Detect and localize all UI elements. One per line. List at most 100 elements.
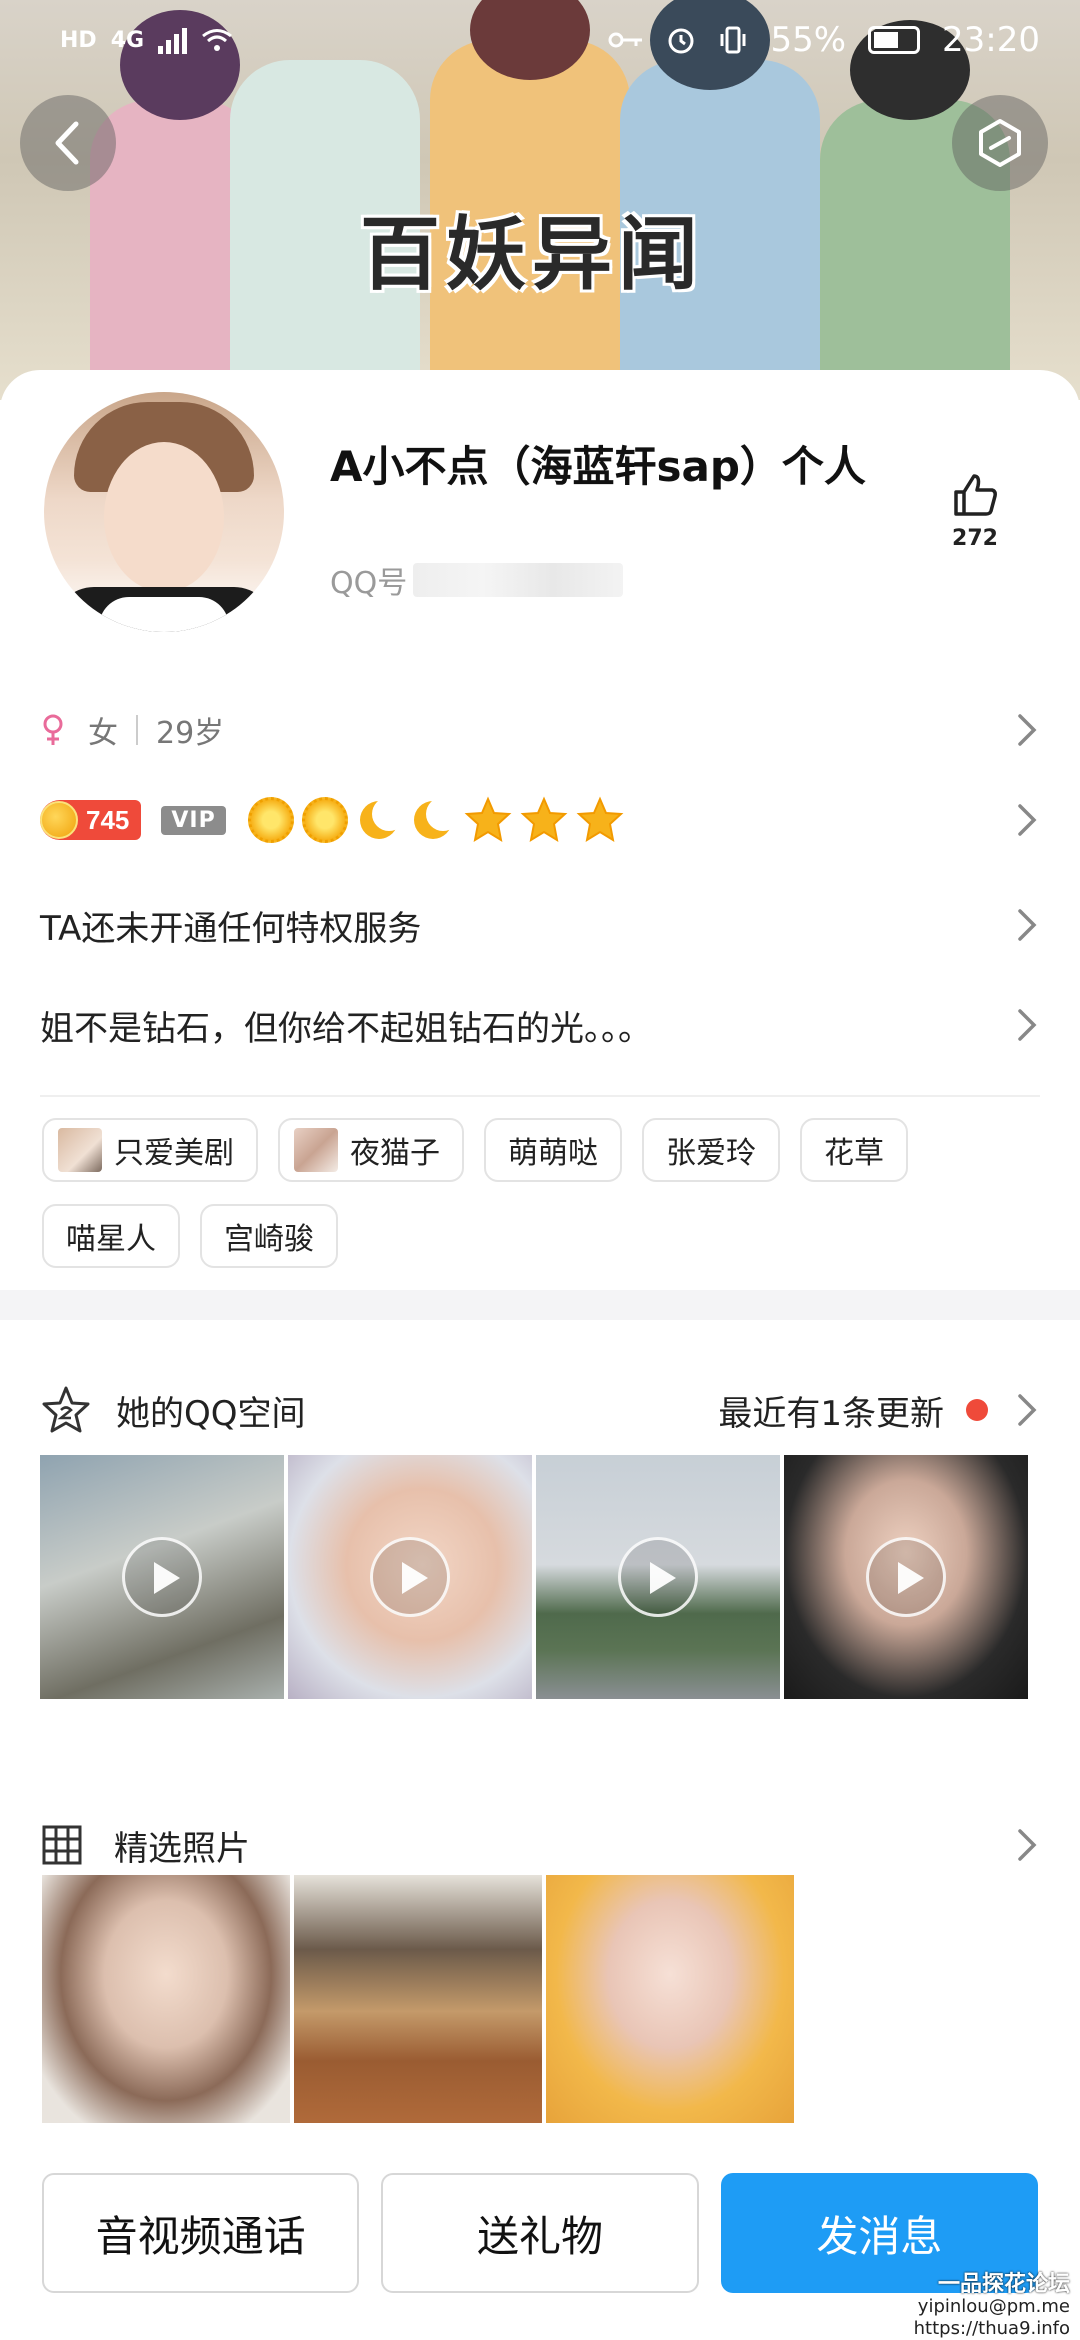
qzone-row[interactable]: 她的QQ空间 最近有1条更新 — [40, 1370, 1040, 1450]
back-button[interactable] — [20, 95, 116, 191]
hd-label: HD — [60, 27, 97, 53]
tag-thumbnail — [58, 1128, 102, 1172]
watermark-title: 一品探花论坛 — [937, 2272, 1070, 2297]
unread-dot — [966, 1399, 988, 1421]
level-score: 745 — [86, 804, 130, 835]
chevron-left-icon — [55, 121, 79, 165]
battery-icon — [868, 26, 921, 54]
play-icon — [866, 1537, 946, 1617]
sun-icon — [301, 797, 348, 843]
basic-info-row[interactable]: 女 29岁 — [40, 690, 1040, 770]
star-icon — [520, 796, 568, 843]
female-icon — [43, 714, 63, 745]
thumbs-up-icon — [954, 474, 997, 516]
avatar-art — [99, 597, 229, 632]
qq-number-label: QQ号 — [330, 566, 408, 601]
tag[interactable]: 萌萌哒 — [484, 1118, 622, 1182]
alarm-icon — [668, 28, 694, 54]
sun-icon — [247, 797, 294, 843]
chevron-right-icon — [1018, 804, 1037, 836]
tag[interactable]: 夜猫子 — [278, 1118, 464, 1182]
play-icon — [618, 1537, 698, 1617]
tag[interactable]: 张爱玲 — [642, 1118, 780, 1182]
tag-label: 萌萌哒 — [508, 1136, 598, 1171]
photos-row[interactable]: 精选照片 — [40, 1805, 1040, 1885]
privilege-row[interactable]: TA还未开通任何特权服务 — [40, 885, 1040, 965]
divider — [136, 715, 138, 745]
wifi-icon — [202, 29, 232, 51]
level-icons — [247, 796, 624, 844]
like-count: 272 — [952, 526, 998, 551]
photos-title: 精选照片 — [114, 1828, 250, 1869]
chevron-right-icon — [1018, 909, 1037, 941]
tag-label: 张爱玲 — [666, 1136, 756, 1171]
chevron-right-icon — [1018, 714, 1037, 746]
avatar-art — [104, 442, 224, 592]
qzone-video-grid — [40, 1455, 1028, 1699]
avatar[interactable] — [44, 392, 284, 632]
hexagon-menu-icon — [979, 119, 1021, 167]
profile-banner: 百妖异闻 HD 4G 55% 23:20 — [0, 0, 1080, 400]
action-bar: 音视频通话 送礼物 发消息 — [42, 2173, 1039, 2293]
chevron-right-icon — [1018, 1009, 1037, 1041]
photo-thumbnail[interactable] — [42, 1875, 290, 2123]
profile-card: A小不点（海蓝轩sap）个人 QQ号 272 女 29岁 745 VIP TA还… — [0, 370, 1080, 2340]
qzone-title: 她的QQ空间 — [116, 1393, 306, 1434]
play-icon — [122, 1537, 202, 1617]
video-thumbnail[interactable] — [288, 1455, 532, 1699]
tag-label: 宫崎骏 — [224, 1222, 314, 1257]
interest-tags: 只爱美剧 夜猫子 萌萌哒 张爱玲 花草 喵星人 宫崎骏 — [42, 1118, 1042, 1268]
status-bar: HD 4G 55% 23:20 — [0, 0, 1080, 80]
tag-label: 喵星人 — [66, 1222, 156, 1257]
star-icon — [464, 796, 512, 843]
level-badge: 745 — [40, 800, 142, 840]
signal-icon — [158, 26, 188, 54]
photo-grid — [42, 1875, 794, 2123]
tag[interactable]: 宫崎骏 — [200, 1204, 338, 1268]
privilege-text: TA还未开通任何特权服务 — [40, 908, 422, 949]
like-button[interactable]: 272 — [940, 470, 1010, 551]
video-call-button[interactable]: 音视频通话 — [42, 2173, 360, 2293]
age-text: 29岁 — [156, 716, 225, 751]
chevron-right-icon — [1018, 1394, 1037, 1426]
key-icon — [608, 32, 643, 48]
video-thumbnail[interactable] — [40, 1455, 284, 1699]
qzone-update-text: 最近有1条更新 — [718, 1393, 944, 1434]
vibrate-icon — [720, 26, 746, 54]
clock: 23:20 — [942, 20, 1040, 60]
tag-thumbnail — [294, 1128, 338, 1172]
qq-number-redacted — [413, 563, 624, 597]
grid-icon — [42, 1825, 82, 1865]
tag-label: 只爱美剧 — [114, 1136, 234, 1171]
photo-thumbnail[interactable] — [294, 1875, 542, 2123]
level-row[interactable]: 745 VIP — [40, 780, 1040, 860]
gender-text: 女 — [88, 716, 118, 751]
tag-label: 花草 — [824, 1136, 884, 1171]
watermark-url: https://thua9.info — [913, 2318, 1070, 2339]
chevron-right-icon — [1018, 1829, 1037, 1861]
star-icon — [576, 796, 624, 843]
qq-number: QQ号 — [330, 558, 624, 602]
video-thumbnail[interactable] — [536, 1455, 780, 1699]
qzone-update: 最近有1条更新 — [718, 1386, 1040, 1435]
battery-percent: 55% — [770, 20, 847, 60]
send-gift-button[interactable]: 送礼物 — [381, 2173, 699, 2293]
nickname: A小不点（海蓝轩sap）个人 — [330, 442, 866, 491]
signature-text: 姐不是钻石，但你给不起姐钻石的光。。。 — [40, 1008, 652, 1049]
tag[interactable]: 喵星人 — [42, 1204, 180, 1268]
moon-icon — [410, 797, 460, 843]
coin-icon — [40, 801, 78, 839]
play-icon — [370, 1537, 450, 1617]
banner-title: 百妖异闻 — [360, 207, 704, 301]
divider — [40, 1095, 1040, 1097]
tag[interactable]: 只爱美剧 — [42, 1118, 258, 1182]
more-button[interactable] — [952, 95, 1048, 191]
moon-icon — [356, 797, 406, 843]
section-separator — [0, 1290, 1080, 1320]
tag[interactable]: 花草 — [800, 1118, 908, 1182]
signature-row[interactable]: 姐不是钻石，但你给不起姐钻石的光。。。 — [40, 985, 1040, 1065]
tag-label: 夜猫子 — [350, 1136, 440, 1171]
photo-thumbnail[interactable] — [546, 1875, 794, 2123]
vip-badge: VIP — [161, 805, 226, 835]
video-thumbnail[interactable] — [784, 1455, 1028, 1699]
